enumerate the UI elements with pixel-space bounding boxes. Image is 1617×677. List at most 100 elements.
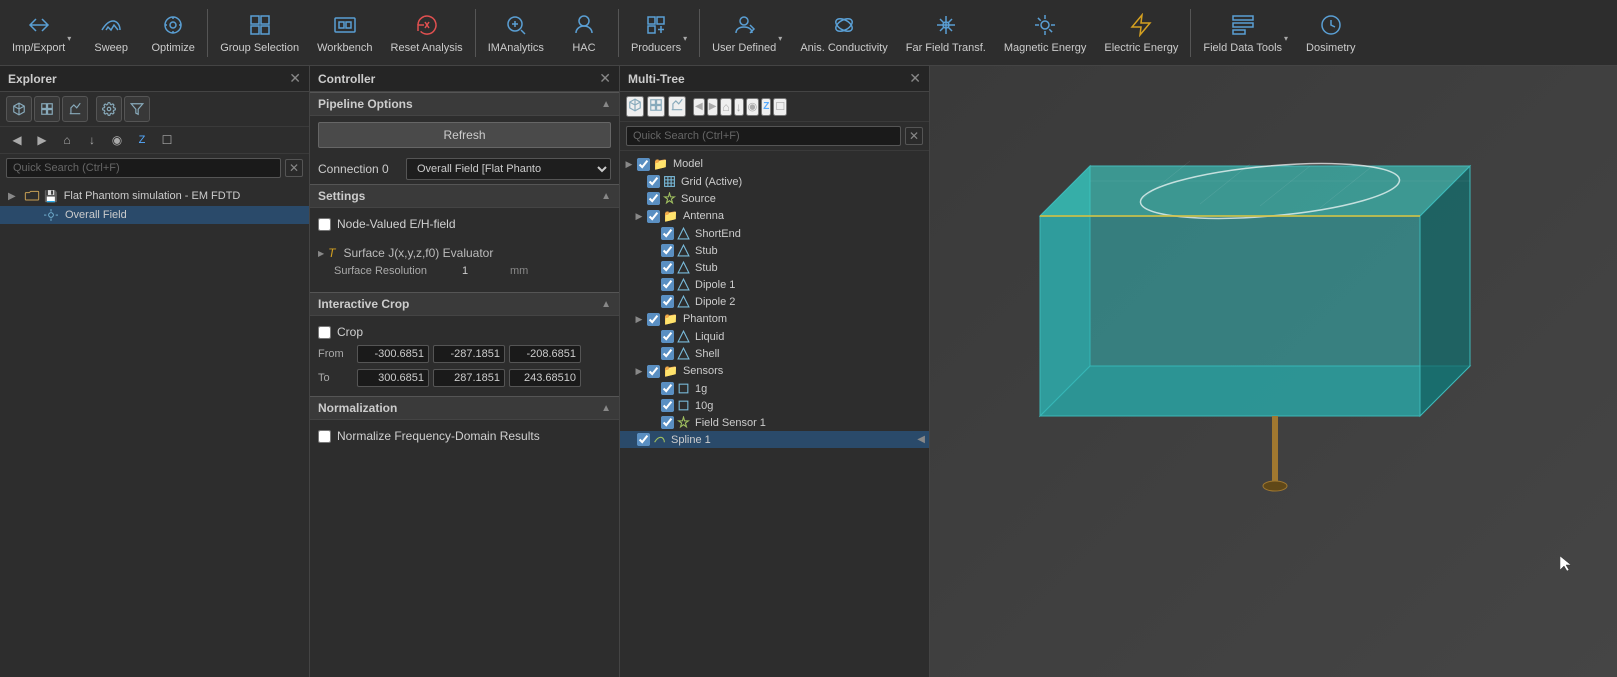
toolbar-item-magnetic-energy[interactable]: Magnetic Energy [996, 3, 1095, 63]
to-x-input[interactable] [357, 369, 429, 387]
explorer-grid-view-button[interactable] [34, 96, 60, 122]
mt-check-phantom[interactable] [647, 313, 660, 326]
mt-item-shell[interactable]: Shell [620, 345, 929, 362]
to-z-input[interactable] [509, 369, 581, 387]
toolbar-item-anis-conductivity[interactable]: Anis. Conductivity [792, 3, 895, 63]
mt-item-field-sensor-1[interactable]: Field Sensor 1 [620, 414, 929, 431]
mt-item-antenna[interactable]: ▶ 📁 Antenna [620, 207, 929, 225]
mt-check-shortend[interactable] [661, 227, 674, 240]
toolbar: Imp/Export ▾ Sweep Optimize [0, 0, 1617, 66]
from-y-input[interactable] [433, 345, 505, 363]
refresh-button[interactable]: Refresh [318, 122, 611, 148]
multitree-panel: Multi-Tree ✕ [620, 66, 930, 677]
mt-cube-button[interactable] [626, 96, 644, 117]
mt-check-1g[interactable] [661, 382, 674, 395]
toolbar-item-optimize[interactable]: Optimize [143, 3, 203, 63]
mt-item-dipole1[interactable]: Dipole 1 [620, 276, 929, 293]
nav-forward-button[interactable]: ▶ [31, 129, 53, 151]
toolbar-item-hac[interactable]: HAC [554, 3, 614, 63]
mt-back-button[interactable]: ◀ [693, 98, 705, 116]
pipeline-options-header[interactable]: Pipeline Options ▲ [310, 92, 619, 116]
explorer-search-clear-button[interactable]: ✕ [285, 159, 303, 177]
mt-z-button[interactable]: Z [761, 98, 771, 116]
nav-eye-button[interactable]: ◉ [106, 129, 128, 151]
crop-checkbox[interactable] [318, 326, 331, 339]
toolbar-item-group-selection[interactable]: Group Selection [212, 3, 307, 63]
mt-eye-button[interactable]: ◉ [746, 98, 760, 116]
mt-item-shortend[interactable]: ShortEnd [620, 225, 929, 242]
mt-item-dipole2[interactable]: Dipole 2 [620, 293, 929, 310]
mt-check-field-sensor-1[interactable] [661, 416, 674, 429]
from-z-input[interactable] [509, 345, 581, 363]
toolbar-item-far-field-transf[interactable]: Far Field Transf. [898, 3, 994, 63]
explorer-settings-button[interactable] [96, 96, 122, 122]
explorer-chart-view-button[interactable] [62, 96, 88, 122]
explorer-close-button[interactable]: ✕ [289, 70, 301, 87]
mt-check-source[interactable] [647, 192, 660, 205]
mt-chart-button[interactable] [668, 96, 686, 117]
mt-check-stub1[interactable] [661, 244, 674, 257]
node-valued-label: Node-Valued E/H-field [337, 217, 456, 231]
toolbar-item-sweep[interactable]: Sweep [81, 3, 141, 63]
toolbar-item-electric-energy[interactable]: Electric Energy [1096, 3, 1186, 63]
mt-item-1g[interactable]: 1g [620, 380, 929, 397]
nav-back-button[interactable]: ◀ [6, 129, 28, 151]
mt-check-grid[interactable] [647, 175, 660, 188]
toolbar-item-producers[interactable]: Producers ▾ [623, 3, 695, 63]
explorer-filter-button[interactable] [124, 96, 150, 122]
mt-item-10g[interactable]: 10g [620, 397, 929, 414]
to-y-input[interactable] [433, 369, 505, 387]
mt-item-stub1[interactable]: Stub [620, 242, 929, 259]
mt-item-source[interactable]: Source [620, 190, 929, 207]
toolbar-item-imp-export[interactable]: Imp/Export ▾ [4, 3, 79, 63]
toolbar-item-workbench[interactable]: Workbench [309, 3, 380, 63]
mt-grid-button[interactable] [647, 96, 665, 117]
multitree-search-clear-button[interactable]: ✕ [905, 127, 923, 145]
toolbar-item-field-data-tools[interactable]: Field Data Tools ▾ [1195, 3, 1296, 63]
tree-item-sim-root[interactable]: ▶ 💾 Flat Phantom simulation - EM FDTD [0, 186, 309, 206]
nav-home-button[interactable]: ⌂ [56, 129, 78, 151]
mt-item-grid-active[interactable]: Grid (Active) [620, 173, 929, 190]
settings-header[interactable]: Settings ▲ [310, 184, 619, 208]
controller-header: Controller ✕ [310, 66, 619, 92]
mt-check-liquid[interactable] [661, 330, 674, 343]
mt-check-sensors[interactable] [647, 365, 660, 378]
mt-check-dipole2[interactable] [661, 295, 674, 308]
mt-check-dipole1[interactable] [661, 278, 674, 291]
explorer-search-input[interactable] [6, 158, 281, 178]
mt-item-sensors[interactable]: ▶ 📁 Sensors [620, 362, 929, 380]
mt-down-button[interactable]: ↓ [734, 98, 744, 116]
mt-forward-button[interactable]: ▶ [707, 98, 719, 116]
nav-z-button[interactable]: Z [131, 129, 153, 151]
mt-square-button[interactable]: ☐ [773, 98, 787, 116]
mt-check-model[interactable] [637, 158, 650, 171]
interactive-crop-header[interactable]: Interactive Crop ▲ [310, 292, 619, 316]
multitree-search-input[interactable] [626, 126, 901, 146]
mt-item-stub2[interactable]: Stub [620, 259, 929, 276]
nav-down-button[interactable]: ↓ [81, 129, 103, 151]
from-x-input[interactable] [357, 345, 429, 363]
toolbar-item-reset-analysis[interactable]: Reset Analysis [383, 3, 471, 63]
mt-check-stub2[interactable] [661, 261, 674, 274]
controller-close-button[interactable]: ✕ [599, 70, 611, 87]
toolbar-item-dosimetry[interactable]: Dosimetry [1298, 3, 1364, 63]
connection-select[interactable]: Overall Field [Flat Phanto [406, 158, 611, 180]
normalize-checkbox[interactable] [318, 430, 331, 443]
explorer-cube-view-button[interactable] [6, 96, 32, 122]
normalization-header[interactable]: Normalization ▲ [310, 396, 619, 420]
mt-item-spline1[interactable]: Spline 1 ◀ [620, 431, 929, 448]
mt-check-spline1[interactable] [637, 433, 650, 446]
mt-item-model[interactable]: ▶ 📁 Model [620, 155, 929, 173]
node-valued-checkbox[interactable] [318, 218, 331, 231]
toolbar-item-user-defined[interactable]: User Defined ▾ [704, 3, 790, 63]
nav-square-button[interactable]: ☐ [156, 129, 178, 151]
toolbar-item-imanalytics[interactable]: IMAnalytics [480, 3, 552, 63]
multitree-close-button[interactable]: ✕ [909, 70, 921, 87]
tree-item-overall-field[interactable]: Overall Field [0, 206, 309, 224]
mt-item-liquid[interactable]: Liquid [620, 328, 929, 345]
mt-check-10g[interactable] [661, 399, 674, 412]
mt-item-phantom[interactable]: ▶ 📁 Phantom [620, 310, 929, 328]
mt-check-antenna[interactable] [647, 210, 660, 223]
mt-check-shell[interactable] [661, 347, 674, 360]
mt-home-button[interactable]: ⌂ [720, 98, 731, 116]
